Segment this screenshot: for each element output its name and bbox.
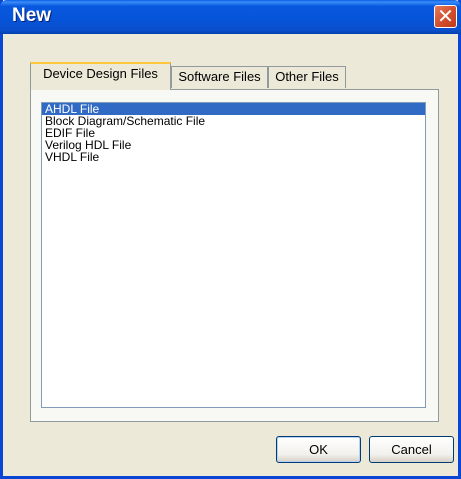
file-type-list[interactable]: AHDL File Block Diagram/Schematic File E… [41, 102, 426, 408]
tab-label: Software Files [178, 69, 261, 84]
close-icon: ✕ [437, 4, 454, 28]
tab-other-files[interactable]: Other Files [268, 66, 346, 88]
title-bar[interactable]: New ✕ [0, 0, 461, 34]
tab-panel: AHDL File Block Diagram/Schematic File E… [30, 89, 439, 422]
tab-software-files[interactable]: Software Files [171, 66, 268, 88]
ok-button[interactable]: OK [276, 436, 361, 463]
close-button[interactable]: ✕ [434, 5, 457, 28]
tab-device-design-files[interactable]: Device Design Files [30, 62, 171, 90]
dialog-title: New [12, 5, 52, 26]
tab-label: Device Design Files [43, 66, 158, 81]
tab-label: Other Files [275, 69, 339, 84]
cancel-button[interactable]: Cancel [369, 436, 454, 463]
new-dialog: New ✕ Device Design Files Software Files… [0, 0, 461, 479]
list-item-block-diagram-file[interactable]: Block Diagram/Schematic File [42, 115, 425, 127]
list-item-vhdl-file[interactable]: VHDL File [42, 151, 425, 163]
list-item-verilog-hdl-file[interactable]: Verilog HDL File [42, 139, 425, 151]
